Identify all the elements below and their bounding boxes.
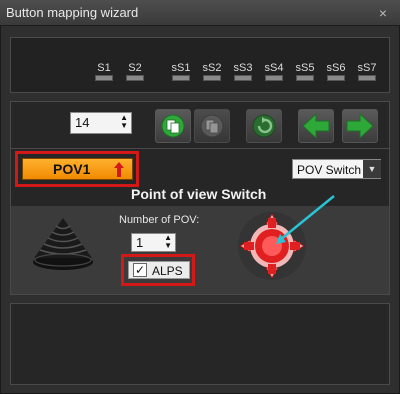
switch-label-s1: S1 xyxy=(97,62,111,74)
bottom-panel xyxy=(10,303,390,385)
close-button[interactable]: × xyxy=(372,3,394,23)
copy-icon xyxy=(161,114,185,138)
switch-label-ss5: sS5 xyxy=(295,62,315,74)
pov-button-label: POV1 xyxy=(53,161,91,177)
paste-button[interactable] xyxy=(194,109,230,143)
alps-label: ALPS xyxy=(152,264,183,278)
copy-button[interactable] xyxy=(155,109,191,143)
pov-type-select-value: POV Switch xyxy=(297,163,362,177)
refresh-button[interactable] xyxy=(246,109,282,143)
window-title: Button mapping wizard xyxy=(6,5,139,20)
switch-indicator-ss3 xyxy=(234,75,252,81)
alps-checkbox-row[interactable]: ✓ ALPS xyxy=(128,261,190,279)
switch-indicator-ss2 xyxy=(203,75,221,81)
switch-indicator-ss5 xyxy=(296,75,314,81)
button-number-value: 14 xyxy=(75,115,90,130)
chevron-down-icon[interactable]: ▼ xyxy=(363,160,381,178)
next-button[interactable] xyxy=(342,109,378,143)
paste-icon xyxy=(200,114,224,138)
switch-label-ss4: sS4 xyxy=(264,62,284,74)
switch-indicator-ss6 xyxy=(327,75,345,81)
alps-checkbox[interactable]: ✓ xyxy=(133,263,147,277)
switch-label-s2: S2 xyxy=(128,62,142,74)
pov-hat-icon xyxy=(33,218,93,270)
number-of-pov-spinner[interactable]: 1 ▲ ▼ xyxy=(131,233,176,252)
switch-label-ss1: sS1 xyxy=(171,62,191,74)
previous-button[interactable] xyxy=(298,109,334,143)
pov-direction-graphic[interactable] xyxy=(236,188,376,288)
switch-label-ss3: sS3 xyxy=(233,62,253,74)
switch-indicator-ss7 xyxy=(358,75,376,81)
switch-indicator-s1 xyxy=(95,75,113,81)
switch-label-ss7: sS7 xyxy=(357,62,377,74)
switch-label-ss2: sS2 xyxy=(202,62,222,74)
refresh-icon xyxy=(252,114,276,138)
spinner-arrows-icon[interactable]: ▲ ▼ xyxy=(120,114,128,130)
switch-indicator-ss4 xyxy=(265,75,283,81)
arrow-left-icon xyxy=(302,112,330,140)
pov-type-select[interactable]: POV Switch ▼ xyxy=(292,159,381,179)
switch-label-ss6: sS6 xyxy=(326,62,346,74)
switch-indicator-ss1 xyxy=(172,75,190,81)
toolbar-divider xyxy=(11,148,389,149)
spinner-arrows-icon[interactable]: ▲ ▼ xyxy=(164,234,172,250)
arrow-right-icon xyxy=(346,112,374,140)
arrow-up-icon xyxy=(114,162,124,177)
number-of-pov-label: Number of POV: xyxy=(119,214,200,226)
number-of-pov-value: 1 xyxy=(136,235,144,250)
button-number-spinner[interactable]: 14 ▲ ▼ xyxy=(70,112,132,134)
switch-indicator-s2 xyxy=(126,75,144,81)
pov-mapping-button[interactable]: POV1 xyxy=(22,158,133,180)
